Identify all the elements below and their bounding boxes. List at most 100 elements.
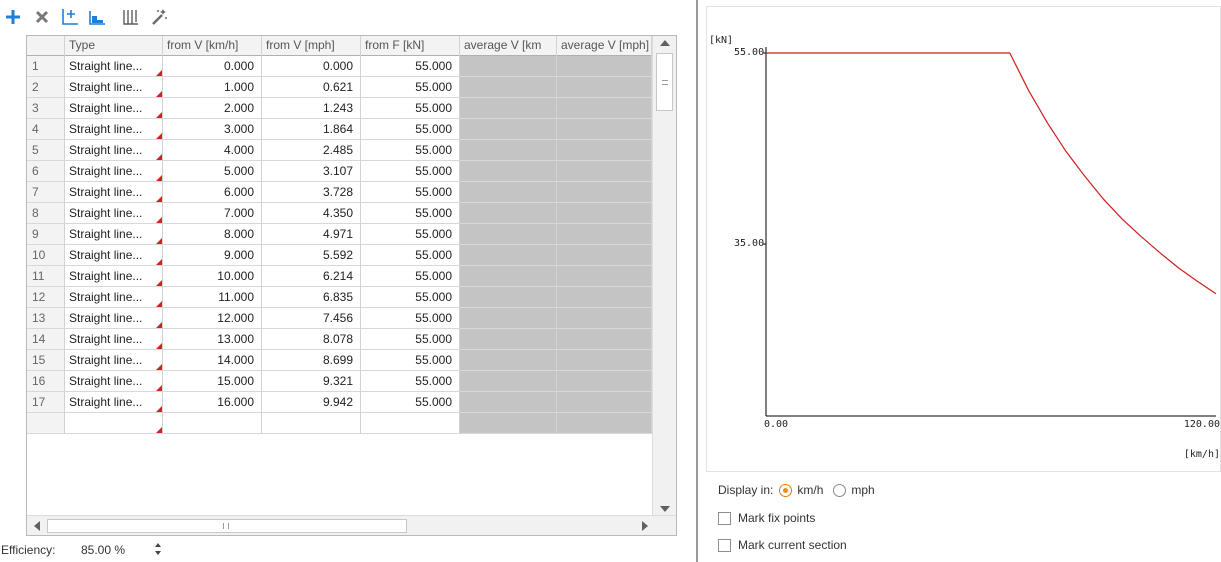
scroll-down-icon[interactable] xyxy=(660,506,670,512)
column-header-average-v-mph[interactable]: average V [mph] xyxy=(557,36,652,56)
type-cell[interactable]: Straight line... xyxy=(65,182,163,203)
mark-fix-points-row[interactable]: Mark fix points xyxy=(718,508,815,528)
from-v-mph-cell[interactable]: 4.350 xyxy=(262,203,361,224)
kmh-label[interactable]: km/h xyxy=(797,483,823,497)
from-f-cell[interactable]: 55.000 xyxy=(361,350,460,371)
type-cell[interactable]: Straight line... xyxy=(65,161,163,182)
table-row[interactable]: 5 Straight line... 4.000 2.485 55.000 xyxy=(27,140,652,161)
from-f-cell[interactable]: 55.000 xyxy=(361,140,460,161)
from-v-kmh-cell[interactable]: 11.000 xyxy=(163,287,262,308)
table-row[interactable]: 3 Straight line... 2.000 1.243 55.000 xyxy=(27,98,652,119)
type-cell[interactable]: Straight line... xyxy=(65,224,163,245)
from-v-mph-cell[interactable]: 5.592 xyxy=(262,245,361,266)
table-button[interactable] xyxy=(119,6,143,28)
table-row[interactable]: 1 Straight line... 0.000 0.000 55.000 xyxy=(27,56,652,77)
column-header-average-v-kmh[interactable]: average V [km xyxy=(460,36,557,56)
from-v-mph-cell[interactable]: 3.728 xyxy=(262,182,361,203)
table-row-partial[interactable] xyxy=(27,413,652,434)
from-v-mph-cell[interactable]: 7.456 xyxy=(262,308,361,329)
type-cell[interactable]: Straight line... xyxy=(65,56,163,77)
from-f-cell[interactable]: 55.000 xyxy=(361,329,460,350)
efficiency-input[interactable]: 85.00 % xyxy=(81,543,125,557)
from-f-cell[interactable]: 55.000 xyxy=(361,203,460,224)
column-header-from-f[interactable]: from F [kN] xyxy=(361,36,460,56)
from-v-kmh-cell[interactable]: 4.000 xyxy=(163,140,262,161)
from-v-mph-cell[interactable]: 8.699 xyxy=(262,350,361,371)
from-f-cell[interactable]: 55.000 xyxy=(361,224,460,245)
from-v-kmh-cell[interactable]: 1.000 xyxy=(163,77,262,98)
panel-splitter[interactable] xyxy=(696,0,698,562)
from-v-kmh-cell[interactable]: 10.000 xyxy=(163,266,262,287)
scroll-up-icon[interactable] xyxy=(660,40,670,46)
type-cell[interactable]: Straight line... xyxy=(65,350,163,371)
from-f-cell[interactable]: 55.000 xyxy=(361,77,460,98)
from-f-cell[interactable]: 55.000 xyxy=(361,287,460,308)
horizontal-scrollbar[interactable] xyxy=(27,515,676,535)
from-f-cell[interactable]: 55.000 xyxy=(361,161,460,182)
from-v-mph-cell[interactable]: 0.000 xyxy=(262,56,361,77)
type-cell[interactable]: Straight line... xyxy=(65,329,163,350)
from-v-kmh-cell[interactable]: 14.000 xyxy=(163,350,262,371)
from-v-mph-cell[interactable]: 2.485 xyxy=(262,140,361,161)
table-row[interactable]: 13 Straight line... 12.000 7.456 55.000 xyxy=(27,308,652,329)
spin-up-icon[interactable] xyxy=(155,543,161,547)
step-button[interactable] xyxy=(85,6,109,28)
from-f-cell[interactable]: 55.000 xyxy=(361,98,460,119)
table-row[interactable]: 10 Straight line... 9.000 5.592 55.000 xyxy=(27,245,652,266)
vertical-scroll-thumb[interactable] xyxy=(656,53,673,111)
from-v-kmh-cell[interactable]: 2.000 xyxy=(163,98,262,119)
type-cell[interactable]: Straight line... xyxy=(65,287,163,308)
table-row[interactable]: 8 Straight line... 7.000 4.350 55.000 xyxy=(27,203,652,224)
mph-radio[interactable] xyxy=(833,483,847,497)
kmh-radio[interactable] xyxy=(779,483,793,497)
type-cell[interactable]: Straight line... xyxy=(65,203,163,224)
from-v-kmh-cell[interactable]: 9.000 xyxy=(163,245,262,266)
from-v-mph-cell[interactable]: 9.321 xyxy=(262,371,361,392)
from-f-cell[interactable]: 55.000 xyxy=(361,371,460,392)
type-cell[interactable]: Straight line... xyxy=(65,308,163,329)
spin-down-icon[interactable] xyxy=(155,551,161,555)
from-v-mph-cell[interactable]: 9.942 xyxy=(262,392,361,413)
from-f-cell[interactable]: 55.000 xyxy=(361,308,460,329)
horizontal-scroll-thumb[interactable] xyxy=(47,519,407,533)
table-row[interactable]: 7 Straight line... 6.000 3.728 55.000 xyxy=(27,182,652,203)
mark-current-section-label[interactable]: Mark current section xyxy=(738,538,847,552)
type-cell[interactable]: Straight line... xyxy=(65,77,163,98)
from-f-cell[interactable]: 55.000 xyxy=(361,245,460,266)
from-v-kmh-cell[interactable]: 13.000 xyxy=(163,329,262,350)
from-v-mph-cell[interactable]: 4.971 xyxy=(262,224,361,245)
wizard-button[interactable] xyxy=(147,6,171,28)
mark-current-section-checkbox[interactable] xyxy=(718,538,731,552)
from-f-cell[interactable]: 55.000 xyxy=(361,119,460,140)
from-f-cell[interactable]: 55.000 xyxy=(361,56,460,77)
table-row[interactable]: 2 Straight line... 1.000 0.621 55.000 xyxy=(27,77,652,98)
mark-current-section-row[interactable]: Mark current section xyxy=(718,535,847,555)
from-v-mph-cell[interactable]: 0.621 xyxy=(262,77,361,98)
efficiency-spinner[interactable] xyxy=(153,541,163,557)
from-v-kmh-cell[interactable]: 5.000 xyxy=(163,161,262,182)
from-v-mph-cell[interactable]: 3.107 xyxy=(262,161,361,182)
column-header-type[interactable]: Type xyxy=(65,36,163,56)
from-f-cell[interactable]: 55.000 xyxy=(361,266,460,287)
from-f-cell[interactable]: 55.000 xyxy=(361,392,460,413)
from-v-mph-cell[interactable]: 6.214 xyxy=(262,266,361,287)
from-v-kmh-cell[interactable]: 0.000 xyxy=(163,56,262,77)
scroll-right-icon[interactable] xyxy=(642,521,648,531)
type-cell[interactable]: Straight line... xyxy=(65,98,163,119)
table-row[interactable]: 14 Straight line... 13.000 8.078 55.000 xyxy=(27,329,652,350)
from-v-kmh-cell[interactable]: 6.000 xyxy=(163,182,262,203)
table-row[interactable]: 16 Straight line... 15.000 9.321 55.000 xyxy=(27,371,652,392)
from-v-mph-cell[interactable]: 8.078 xyxy=(262,329,361,350)
mark-fix-points-label[interactable]: Mark fix points xyxy=(738,511,815,525)
vertical-scrollbar[interactable] xyxy=(652,36,676,516)
from-v-kmh-cell[interactable]: 3.000 xyxy=(163,119,262,140)
table-row[interactable]: 4 Straight line... 3.000 1.864 55.000 xyxy=(27,119,652,140)
type-cell[interactable]: Straight line... xyxy=(65,245,163,266)
mark-fix-points-checkbox[interactable] xyxy=(718,511,731,525)
table-row[interactable]: 12 Straight line... 11.000 6.835 55.000 xyxy=(27,287,652,308)
from-f-cell[interactable]: 55.000 xyxy=(361,182,460,203)
add-button[interactable] xyxy=(1,6,25,28)
type-cell[interactable]: Straight line... xyxy=(65,266,163,287)
from-v-kmh-cell[interactable]: 8.000 xyxy=(163,224,262,245)
from-v-kmh-cell[interactable]: 16.000 xyxy=(163,392,262,413)
